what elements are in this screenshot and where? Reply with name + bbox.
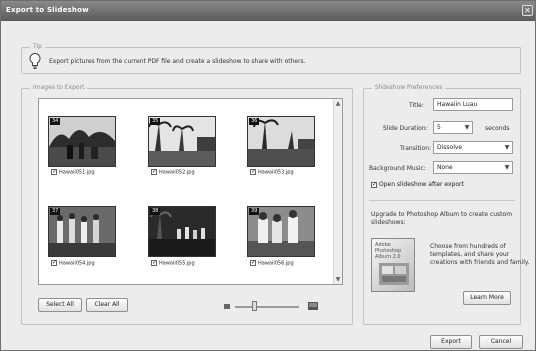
export-button[interactable]: Export xyxy=(430,335,472,349)
images-legend: Images to Export xyxy=(30,84,88,92)
slider-handle[interactable] xyxy=(252,301,257,311)
upgrade-title: Upgrade to Photoshop Album to create cus… xyxy=(371,211,513,226)
image-checkbox-label[interactable]: Hawaii054.jpg xyxy=(51,259,95,269)
image-number: 37 xyxy=(50,208,61,215)
checkbox-icon[interactable] xyxy=(151,259,157,266)
image-checkbox-label[interactable]: Hawaii056.jpg xyxy=(250,259,294,269)
scroll-down-icon[interactable]: ▼ xyxy=(334,275,342,284)
image-checkbox-label[interactable]: Hawaii052.jpg xyxy=(151,168,195,178)
divider xyxy=(369,200,515,201)
scroll-up-icon[interactable]: ▲ xyxy=(334,99,342,108)
image-number: 39 xyxy=(249,208,260,215)
image-thumbnail[interactable]: 38 xyxy=(148,206,216,257)
close-button[interactable]: ✕ xyxy=(522,5,533,16)
vertical-scrollbar[interactable]: ▲ ▼ xyxy=(333,99,342,284)
image-thumbnail[interactable]: 36 xyxy=(247,116,315,167)
image-thumbnail[interactable]: 37 xyxy=(48,206,116,257)
image-number: 38 xyxy=(150,208,161,215)
title-label: Title: xyxy=(409,102,424,109)
small-thumbnail-icon xyxy=(224,304,230,309)
image-checkbox-label[interactable]: Hawaii053.jpg xyxy=(250,168,294,178)
export-to-slideshow-dialog: Export to Slideshow ✕ Tip Export picture… xyxy=(0,0,536,351)
checkbox-icon[interactable] xyxy=(371,181,377,188)
chevron-down-icon[interactable]: ▼ xyxy=(503,163,511,172)
slide-duration-label: Slide Duration: xyxy=(383,125,428,132)
learn-more-button[interactable]: Learn More xyxy=(463,291,511,305)
checkbox-icon[interactable] xyxy=(51,259,57,266)
thumbnail-size-slider[interactable] xyxy=(235,306,299,308)
preferences-legend: Slideshow Preferences xyxy=(372,84,446,92)
slide-duration-select[interactable]: 5 ▼ xyxy=(433,121,473,134)
cancel-button[interactable]: Cancel xyxy=(479,335,523,349)
checkbox-icon[interactable] xyxy=(51,168,57,175)
checkbox-icon[interactable] xyxy=(250,168,256,175)
select-all-button[interactable]: Select All xyxy=(38,298,82,312)
title-field[interactable]: Hawaiin Luau xyxy=(433,98,513,111)
chevron-down-icon[interactable]: ▼ xyxy=(463,123,471,132)
checkbox-icon[interactable] xyxy=(151,168,157,175)
open-slideshow-after-export-checkbox[interactable]: Open slideshow after export xyxy=(371,181,464,190)
image-checkbox-label[interactable]: Hawaii055.jpg xyxy=(151,259,195,269)
background-music-label: Background Music: xyxy=(369,165,426,172)
transition-label: Transition: xyxy=(400,145,432,152)
tip-legend: Tip xyxy=(30,43,45,51)
photoshop-album-box-image: Adobe Photoshop Album 2.0 xyxy=(371,238,415,292)
upgrade-text: Choose from hundreds of templates, and s… xyxy=(430,243,530,266)
seconds-label: seconds xyxy=(485,125,510,132)
image-thumbnail[interactable]: 39 xyxy=(247,206,315,257)
image-thumbnail[interactable]: 35 xyxy=(148,116,216,167)
image-checkbox-label[interactable]: Hawaii051.jpg xyxy=(51,168,95,178)
transition-select[interactable]: Dissolve ▼ xyxy=(433,141,513,154)
checkbox-icon[interactable] xyxy=(250,259,256,266)
image-thumbnail[interactable]: 34 xyxy=(48,116,116,167)
dialog-title: Export to Slideshow xyxy=(6,6,89,14)
image-number: 34 xyxy=(50,118,61,125)
clear-all-button[interactable]: Clear All xyxy=(86,298,128,312)
image-number: 36 xyxy=(249,118,260,125)
image-number: 35 xyxy=(150,118,161,125)
tip-text: Export pictures from the current PDF fil… xyxy=(49,58,306,65)
background-music-select[interactable]: None ▼ xyxy=(433,161,513,174)
title-bar: Export to Slideshow ✕ xyxy=(1,1,535,21)
chevron-down-icon[interactable]: ▼ xyxy=(503,143,511,152)
large-thumbnail-icon xyxy=(308,302,318,310)
lightbulb-icon xyxy=(29,53,41,69)
